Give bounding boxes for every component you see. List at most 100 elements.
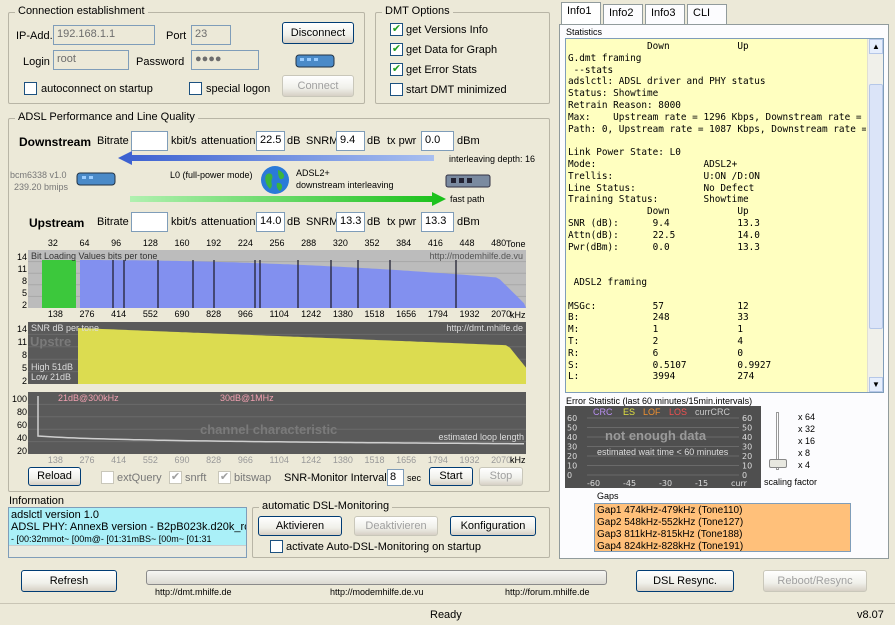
axis-tick-label: 276	[79, 309, 95, 319]
statistics-line: Retrain Reason: 8000	[568, 99, 681, 111]
err-xtick: -15	[695, 479, 708, 488]
tab-info3[interactable]: Info3	[645, 4, 685, 24]
axis-tick-label: 1380	[332, 309, 353, 319]
scaling-slider-thumb[interactable]	[769, 459, 787, 468]
scaling-option: x 8	[798, 448, 811, 458]
activate-button[interactable]: Aktivieren	[258, 516, 342, 536]
y-tick-label: 20	[16, 446, 27, 456]
version-label: v8.07	[857, 609, 884, 621]
axis-tick-label: 416	[427, 238, 443, 248]
wait-time-label: estimated wait time < 60 minutes	[597, 447, 729, 457]
info-scrollbar[interactable]	[9, 545, 246, 557]
statistics-line: Down Up	[568, 206, 749, 218]
get-data-checkbox[interactable]: ✔	[390, 43, 403, 56]
information-title: Information	[9, 495, 65, 507]
axis-tick-label: 480	[491, 238, 507, 248]
connect-button[interactable]: Connect	[282, 75, 354, 97]
tab-info1[interactable]: Info1	[561, 2, 601, 25]
statistics-line: --stats	[568, 64, 614, 76]
up-bitrate-label: Bitrate	[97, 216, 129, 228]
reboot-button[interactable]: Reboot/Resync	[763, 570, 867, 592]
statistics-line: Trellis: U:ON /D:ON	[568, 170, 760, 182]
dsl-resync-button[interactable]: DSL Resync.	[636, 570, 734, 592]
special-logon-checkbox[interactable]	[189, 82, 202, 95]
start-minimized-checkbox[interactable]	[390, 83, 403, 96]
y-tick-label: 8	[21, 350, 27, 360]
axis-tick-label: 828	[206, 309, 222, 319]
extquery-checkbox[interactable]	[101, 471, 114, 484]
auto-monitor-checkbox[interactable]	[270, 540, 283, 553]
link-forum[interactable]: http://forum.mhilfe.de	[505, 587, 590, 597]
snrft-checkbox[interactable]: ✔	[169, 471, 182, 484]
y-tick-label: 11	[17, 337, 27, 347]
khz-axis-label: kHz	[510, 310, 526, 320]
axis-tick-label: 1104	[269, 455, 289, 465]
y-tick-label: 80	[16, 407, 27, 417]
port-input[interactable]: 23	[191, 25, 231, 45]
info-line: - [00:32mmot~ [00m@- [01:31mBS~ [00m~ [0…	[11, 534, 212, 544]
down-txpwr-label: tx pwr	[387, 135, 417, 147]
statistics-scrollbar[interactable]: ▲ ▼	[867, 39, 883, 392]
y-tick-label: 60	[16, 420, 27, 430]
axis-tick-label: 1656	[396, 309, 417, 319]
axis-tick-label: 160	[174, 238, 190, 248]
snr-low-label: Low 21dB	[31, 372, 72, 382]
up-txpwr-field: 13.3	[421, 212, 454, 232]
upstream-label: Upstream	[29, 216, 85, 230]
upstream-bits-area	[42, 260, 76, 308]
snr-url: http://dmt.mhilfe.de	[446, 323, 523, 333]
get-versions-checkbox[interactable]: ✔	[390, 23, 403, 36]
down-snrm-field: 9.4	[336, 131, 365, 151]
l0-label: L0 (full-power mode)	[170, 170, 253, 180]
statistics-line: Mode: ADSL2+	[568, 158, 738, 170]
down-txpwr-field: 0.0	[421, 131, 454, 151]
scaling-option: x 32	[798, 424, 816, 434]
bitswap-checkbox[interactable]: ✔	[218, 471, 231, 484]
axis-tick-label: 1932	[459, 309, 480, 319]
password-input[interactable]: ●●●●	[191, 50, 259, 70]
snr-title: SNR dB per tone	[31, 323, 100, 333]
scaling-slider[interactable]	[768, 410, 788, 474]
y-tick-label: 5	[21, 288, 27, 298]
snr-interval-input[interactable]: 8	[387, 469, 404, 486]
statistics-line: Max: Upstream rate = 1296 Kbps, Downstre…	[568, 111, 866, 123]
downstream-bits-area	[80, 260, 526, 308]
down-kbits-label: kbit/s	[171, 135, 197, 147]
get-errors-checkbox[interactable]: ✔	[390, 63, 403, 76]
tab-info2[interactable]: Info2	[603, 4, 643, 24]
adsl-title: ADSL Performance and Line Quality	[15, 111, 198, 123]
axis-tick-label: 2070	[491, 309, 512, 319]
gap-row: Gap3 811kHz-815kHz (Tone188)	[597, 529, 743, 540]
snr-watermark: Upstre	[30, 334, 72, 349]
login-input[interactable]: root	[53, 50, 129, 70]
ip-input[interactable]: 192.168.1.1	[53, 25, 155, 45]
y-tick-label: 40	[16, 433, 27, 443]
autoconnect-checkbox[interactable]	[24, 82, 37, 95]
up-att-label: attenuation	[201, 216, 256, 228]
fastpath-label: fast path	[450, 194, 485, 204]
deactivate-button[interactable]: Deaktivieren	[354, 516, 438, 536]
statistics-line	[568, 135, 866, 147]
start-button[interactable]: Start	[429, 467, 473, 486]
err-ytick-right: 20	[742, 452, 752, 461]
downstream-arrow	[118, 151, 434, 165]
connection-title: Connection establishment	[15, 5, 148, 17]
config-button[interactable]: Konfiguration	[450, 516, 536, 536]
link-modemhilfe[interactable]: http://modemhilfe.de.vu	[330, 587, 424, 597]
axis-tick-label: 384	[396, 238, 412, 248]
channel-watermark: channel characteristic	[200, 422, 338, 437]
link-dmt[interactable]: http://dmt.mhilfe.de	[155, 587, 232, 597]
axis-tick-label: 1518	[364, 455, 385, 465]
get-data-label: get Data for Graph	[406, 44, 498, 56]
stop-button[interactable]: Stop	[479, 467, 523, 486]
disconnect-button[interactable]: Disconnect	[282, 22, 354, 44]
axis-tick-label: 414	[111, 455, 127, 465]
reload-button[interactable]: Reload	[28, 467, 81, 486]
statistics-line: Path: 0, Upstream rate = 1087 Kbps, Down…	[568, 123, 866, 135]
error-stat-chart: CRC ES LOF LOS currCRC 60 60 50 50 40 40 30 30 2…	[565, 406, 761, 488]
bitswap-label: bitswap	[234, 472, 272, 484]
tab-cli[interactable]: CLI	[687, 4, 727, 24]
scaling-option: x 16	[798, 436, 816, 446]
up-snrm-label: SNRM	[306, 216, 339, 228]
refresh-button[interactable]: Refresh	[21, 570, 117, 592]
